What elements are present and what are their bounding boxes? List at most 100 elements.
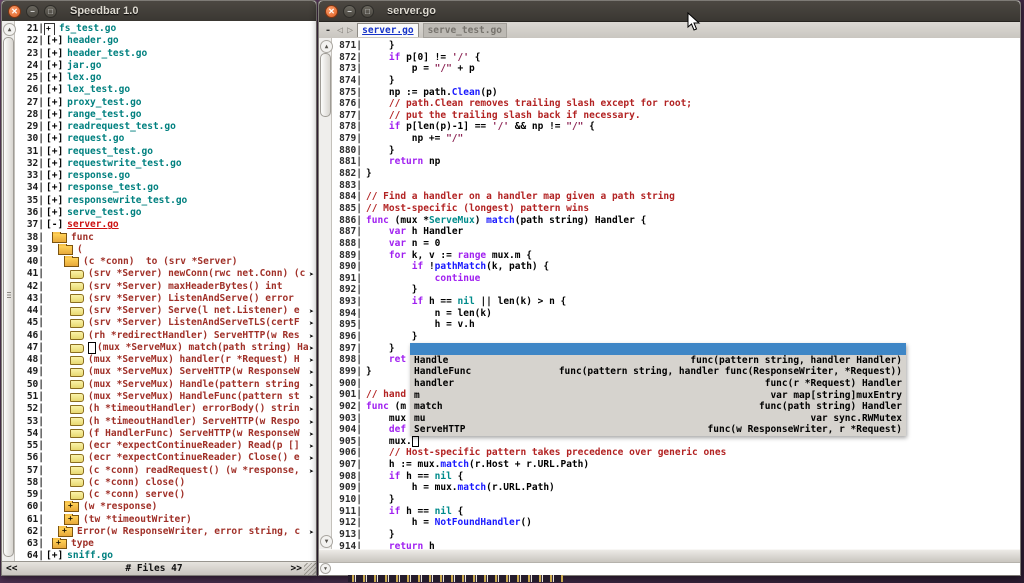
file-item-label[interactable]: lex_test.go — [67, 84, 130, 96]
code-line[interactable]: 912| h = NotFoundHandler() — [332, 517, 1020, 529]
file-item-label[interactable]: jar.go — [67, 60, 101, 72]
tag-item-label[interactable]: (mux *ServeMux) HandleFunc(pattern st — [88, 391, 300, 403]
expander-button[interactable]: [+] — [46, 195, 63, 207]
expander-button[interactable]: [+] — [46, 207, 63, 219]
speedbar-row[interactable]: 37|[-]server.go — [20, 219, 316, 231]
editor-scrollbar-thumb[interactable] — [320, 53, 331, 117]
speedbar-row[interactable]: 50|(mux *ServeMux) Handle(pattern string… — [20, 379, 316, 391]
folder-open-icon[interactable] — [64, 257, 79, 267]
popup-item[interactable]: HandleFuncfunc(pattern string, handler f… — [410, 366, 906, 378]
code-line[interactable]: 908| if h == nil { — [332, 471, 1020, 483]
folder-plus-icon[interactable] — [64, 502, 79, 512]
code-line[interactable]: 887| var h Handler — [332, 226, 1020, 238]
popup-item[interactable]: mvar map[string]muxEntry — [410, 390, 906, 402]
popup-item[interactable]: matchfunc(path string) Handler — [410, 401, 906, 413]
speedbar-row[interactable]: 44|(srv *Server) Serve(l net.Listener) e… — [20, 305, 316, 317]
tag-icon[interactable] — [70, 307, 84, 316]
tag-item-label[interactable]: (ecr *expectContinueReader) Read(p [] — [88, 440, 300, 452]
file-item-label[interactable]: readrequest_test.go — [67, 121, 176, 133]
tab-serve-test-go[interactable]: serve_test.go — [423, 23, 507, 38]
tag-item-label[interactable]: (srv *Server) Serve(l net.Listener) e — [88, 305, 300, 317]
tag-icon[interactable] — [70, 466, 84, 475]
close-icon[interactable]: ✕ — [8, 5, 21, 18]
expander-button[interactable]: [+] — [46, 170, 63, 182]
page-back-button[interactable]: << — [6, 563, 17, 574]
speedbar-row[interactable]: 26|[+]lex_test.go — [20, 84, 316, 96]
maximize-icon[interactable]: □ — [361, 5, 374, 18]
code-line[interactable]: 876| // path.Clean removes trailing slas… — [332, 98, 1020, 110]
code-line[interactable]: 909| h = mux.match(r.URL.Path) — [332, 482, 1020, 494]
tab-server-go[interactable]: server.go — [357, 23, 418, 37]
tag-item-label[interactable]: (ecr *expectContinueReader) Close() e — [88, 452, 300, 464]
folder-plus-icon[interactable] — [64, 515, 79, 525]
scroll-up-icon[interactable]: ▲ — [3, 23, 16, 36]
speedbar-row[interactable]: 25|[+]lex.go — [20, 72, 316, 84]
speedbar-row[interactable]: 31|[+]request_test.go — [20, 146, 316, 158]
speedbar-row[interactable]: 30|[+]request.go — [20, 133, 316, 145]
tag-item-label[interactable]: (srv *Server) newConn(rwc net.Conn) (c — [88, 268, 305, 280]
tag-item-label[interactable]: (mux *ServeMux) ServeHTTP(w ResponseW — [88, 366, 300, 378]
tag-icon[interactable] — [70, 282, 84, 291]
speedbar-scrollbar-thumb[interactable] — [3, 37, 14, 557]
code-line[interactable]: 896| } — [332, 331, 1020, 343]
file-plus-icon[interactable] — [44, 23, 55, 35]
speedbar-row[interactable]: 29|[+]readrequest_test.go — [20, 121, 316, 133]
file-item-label[interactable]: type — [71, 538, 94, 550]
maximize-icon[interactable]: □ — [44, 5, 57, 18]
page-forward-button[interactable]: >> — [291, 563, 302, 574]
tag-item-label[interactable]: (srv *Server) ListenAndServe() error — [88, 293, 294, 305]
file-item-label[interactable]: range_test.go — [67, 109, 141, 121]
code-line[interactable]: 883| — [332, 180, 1020, 192]
popup-item[interactable]: handlerfunc(r *Request) Handler — [410, 378, 906, 390]
speedbar-row[interactable]: 34|[+]response_test.go — [20, 182, 316, 194]
code-line[interactable]: 878| if p[len(p)-1] == '/' && np != "/" … — [332, 121, 1020, 133]
code-line[interactable]: 890| if !pathMatch(k, path) { — [332, 261, 1020, 273]
code-line[interactable]: 888| var n = 0 — [332, 238, 1020, 250]
file-item-label[interactable]: proxy_test.go — [67, 97, 141, 109]
tab-minus-button[interactable]: - — [323, 25, 333, 36]
expander-button[interactable]: [+] — [46, 133, 63, 145]
code-line[interactable]: 884|// Find a handler on a handler map g… — [332, 191, 1020, 203]
speedbar-row[interactable]: 33|[+]response.go — [20, 170, 316, 182]
expander-button[interactable]: [+] — [46, 48, 63, 60]
tag-icon[interactable] — [70, 380, 84, 389]
tab-forward-icon[interactable]: ▷ — [347, 25, 353, 36]
code-line[interactable]: 886|func (mux *ServeMux) match(path stri… — [332, 215, 1020, 227]
tag-item-label[interactable]: (c *conn) close() — [88, 477, 185, 489]
code-line[interactable]: 880| } — [332, 145, 1020, 157]
speedbar-row[interactable]: 61|(tw *timeoutWriter) — [20, 514, 316, 526]
scroll-down-icon[interactable]: ▼ — [320, 535, 333, 548]
code-line[interactable]: 879| np += "/" — [332, 133, 1020, 145]
code-line[interactable]: 882|} — [332, 168, 1020, 180]
tag-item-label[interactable]: (srv *Server) maxHeaderBytes() int — [88, 281, 282, 293]
tab-back-icon[interactable]: ◁ — [337, 25, 343, 36]
file-item-label[interactable]: fs_test.go — [59, 23, 116, 35]
file-item-label[interactable]: serve_test.go — [67, 207, 141, 219]
speedbar-row[interactable]: 60|(w *response) — [20, 501, 316, 513]
speedbar-row[interactable]: 56|(ecr *expectContinueReader) Close() e… — [20, 452, 316, 464]
file-item-label[interactable]: header.go — [67, 35, 118, 47]
speedbar-row[interactable]: 21|fs_test.go — [20, 23, 316, 35]
speedbar-row[interactable]: 52|(h *timeoutHandler) errorBody() strin… — [20, 403, 316, 415]
file-item-label[interactable]: request.go — [67, 133, 124, 145]
speedbar-row[interactable]: 42|(srv *Server) maxHeaderBytes() int — [20, 281, 316, 293]
close-icon[interactable]: ✕ — [325, 5, 338, 18]
file-item-label[interactable]: header_test.go — [67, 48, 147, 60]
file-item-label[interactable]: ( — [77, 244, 83, 256]
code-line[interactable]: 906| // Host-specific pattern takes prec… — [332, 447, 1020, 459]
speedbar-row[interactable]: 49|(mux *ServeMux) ServeHTTP(w ResponseW… — [20, 366, 316, 378]
code-line[interactable]: 895| h = v.h — [332, 319, 1020, 331]
file-item-label[interactable]: Error(w ResponseWriter, error string, c — [77, 526, 300, 538]
tag-icon[interactable] — [70, 270, 84, 279]
speedbar-row[interactable]: 35|[+]responsewrite_test.go — [20, 195, 316, 207]
code-line[interactable]: 877| // put the trailing slash back if n… — [332, 110, 1020, 122]
speedbar-row[interactable]: 28|[+]range_test.go — [20, 109, 316, 121]
tag-item-label[interactable]: (srv *Server) ListenAndServeTLS(certF — [88, 317, 300, 329]
tag-item-label[interactable]: (f HandlerFunc) ServeHTTP(w ResponseW — [88, 428, 300, 440]
file-item-label[interactable]: (c *conn) to (srv *Server) — [83, 256, 237, 268]
expander-button[interactable]: [+] — [46, 84, 63, 96]
speedbar-row[interactable]: 62|Error(w ResponseWriter, error string,… — [20, 526, 316, 538]
popup-selected-row[interactable] — [410, 343, 906, 355]
expander-button[interactable]: [+] — [46, 60, 63, 72]
expander-button[interactable]: [+] — [46, 158, 63, 170]
